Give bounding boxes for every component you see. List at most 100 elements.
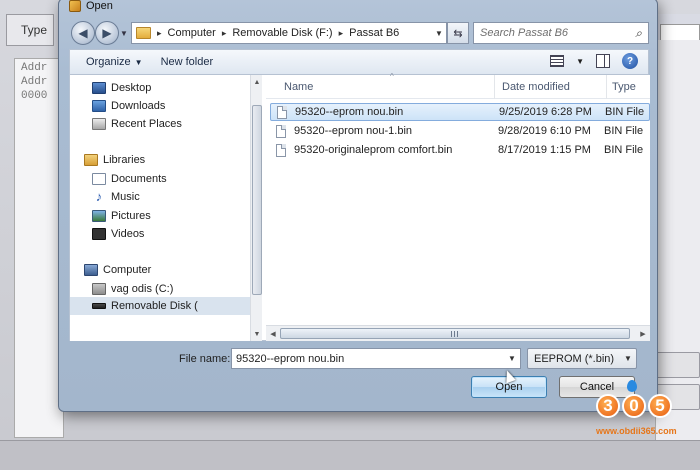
bottom-bar — [0, 440, 700, 470]
nav-item-label: Downloads — [111, 100, 166, 112]
nav-item-libraries[interactable]: Libraries — [84, 151, 145, 169]
file-name: 95320--eprom nou.bin — [295, 106, 404, 118]
chevron-down-icon[interactable]: ▼ — [504, 349, 520, 368]
column-header-name[interactable]: Name — [284, 81, 313, 93]
file-list: ^ Name Date modified Type 95320--eprom n… — [266, 72, 650, 341]
libraries-icon — [84, 154, 98, 166]
column-divider[interactable] — [494, 75, 495, 99]
arrow-right-icon: ▶ — [102, 26, 112, 40]
downloads-icon — [92, 100, 106, 112]
file-date: 8/17/2019 1:15 PM — [498, 144, 591, 156]
music-icon: ♪ — [95, 189, 103, 204]
chevron-down-icon: ▼ — [624, 354, 632, 363]
drop-icon — [627, 380, 637, 392]
file-row[interactable]: 95320--eprom nou.bin 9/25/2019 6:28 PM B… — [270, 103, 650, 121]
chevron-down-icon[interactable]: ▼ — [576, 57, 584, 66]
horizontal-scrollbar[interactable]: ◀ ▶ — [266, 325, 650, 341]
nav-item-pictures[interactable]: Pictures — [92, 207, 151, 225]
file-date: 9/25/2019 6:28 PM — [499, 106, 592, 118]
chevron-right-icon: ▸ — [157, 27, 162, 38]
hex-row: 0000 — [21, 90, 48, 102]
file-row[interactable]: 95320--eprom nou-1.bin 9/28/2019 6:10 PM… — [270, 122, 650, 140]
nav-item-removable-disk[interactable]: Removable Disk ( — [70, 297, 250, 315]
nav-item-computer[interactable]: Computer — [84, 261, 151, 279]
scroll-down-icon[interactable]: ▼ — [251, 327, 263, 341]
file-name: 95320-originaleprom comfort.bin — [294, 144, 453, 156]
hex-row: Addr — [21, 76, 48, 88]
grip-icon — [451, 331, 459, 337]
breadcrumb-computer[interactable]: Computer — [168, 27, 216, 39]
scroll-right-icon[interactable]: ▶ — [636, 326, 650, 341]
preview-pane-icon[interactable] — [596, 54, 610, 68]
open-dialog: Open ◀ ▶ ▼ ▸ Computer ▸ Removable Disk (… — [58, 0, 658, 412]
chevron-right-icon[interactable]: ▸ — [339, 28, 344, 39]
column-header-type[interactable]: Type — [612, 81, 636, 93]
help-icon[interactable]: ? — [622, 53, 638, 69]
nav-item-label: Documents — [111, 173, 167, 185]
hex-row: Addr — [21, 62, 48, 74]
address-dropdown-icon[interactable]: ▼ — [432, 23, 446, 43]
desktop-icon — [92, 82, 106, 94]
nav-item-videos[interactable]: Videos — [92, 225, 144, 243]
hard-drive-icon — [92, 283, 106, 295]
chevron-right-icon[interactable]: ▸ — [222, 28, 227, 39]
file-type-filter-value: EEPROM (*.bin) — [534, 352, 615, 365]
address-bar[interactable]: ▸ Computer ▸ Removable Disk (F:) ▸ Passa… — [131, 22, 447, 44]
search-icon[interactable]: ⌕ — [635, 26, 642, 41]
nav-item-downloads[interactable]: Downloads — [92, 97, 165, 115]
right-button[interactable] — [656, 352, 700, 378]
organize-button[interactable]: Organize ▼ — [86, 56, 143, 68]
nav-item-recent-places[interactable]: Recent Places — [92, 115, 182, 133]
breadcrumb-passat-b6[interactable]: Passat B6 — [349, 27, 399, 39]
scrollbar-thumb[interactable] — [280, 328, 630, 339]
pictures-icon — [92, 210, 106, 222]
file-type-filter[interactable]: EEPROM (*.bin) ▼ — [527, 348, 637, 369]
recent-places-icon — [92, 118, 106, 130]
dialog-title-bar: Open — [69, 0, 113, 13]
nav-pane-scrollbar[interactable]: ▲ ▼ — [250, 75, 262, 341]
logo-digit: 3 — [596, 394, 620, 418]
scroll-left-icon[interactable]: ◀ — [266, 326, 280, 341]
file-type: BIN File — [604, 125, 644, 137]
file-name-input[interactable] — [232, 352, 492, 365]
file-name-combo[interactable]: ▼ — [231, 348, 521, 369]
recent-locations-dropdown[interactable]: ▼ — [119, 29, 129, 39]
file-icon — [276, 143, 286, 157]
search-box[interactable]: ⌕ — [473, 22, 649, 44]
file-name-label: File name: — [179, 353, 231, 365]
nav-item-documents[interactable]: Documents — [92, 170, 167, 188]
refresh-icon: ⇆ — [453, 27, 463, 40]
file-type: BIN File — [605, 106, 645, 118]
watermark-logo: 3 0 5 www.obdii365.com — [594, 380, 680, 440]
file-type: BIN File — [604, 144, 644, 156]
forward-button[interactable]: ▶ — [95, 21, 119, 45]
nav-item-drive-c[interactable]: vag odis (C:) — [92, 280, 173, 298]
file-name: 95320--eprom nou-1.bin — [294, 125, 413, 137]
dialog-title: Open — [86, 0, 113, 12]
documents-icon — [92, 173, 106, 185]
scroll-up-icon[interactable]: ▲ — [251, 75, 263, 89]
refresh-button[interactable]: ⇆ — [447, 22, 469, 44]
breadcrumb-removable-disk[interactable]: Removable Disk (F:) — [232, 27, 332, 39]
nav-item-label: Computer — [103, 264, 152, 276]
nav-item-label: Removable Disk ( — [111, 300, 198, 312]
nav-item-music[interactable]: ♪ Music — [92, 188, 140, 206]
nav-item-label: Music — [111, 191, 140, 203]
nav-item-desktop[interactable]: Desktop — [92, 79, 151, 97]
computer-icon — [84, 264, 98, 276]
column-divider[interactable] — [606, 75, 607, 99]
column-header-date[interactable]: Date modified — [502, 81, 570, 93]
watermark-url: www.obdii365.com — [596, 426, 677, 436]
toolbar: Organize ▼ New folder ▼ ? — [69, 49, 649, 75]
column-headers: ^ Name Date modified Type — [266, 72, 650, 99]
nav-item-label: vag odis (C:) — [111, 283, 174, 295]
back-button[interactable]: ◀ — [71, 21, 95, 45]
arrow-left-icon: ◀ — [78, 26, 88, 40]
scrollbar-thumb[interactable] — [252, 105, 262, 295]
change-view-icon[interactable] — [550, 55, 565, 67]
file-row[interactable]: 95320-originaleprom comfort.bin 8/17/201… — [270, 141, 650, 159]
search-input[interactable] — [480, 27, 630, 39]
new-folder-button[interactable]: New folder — [161, 56, 214, 68]
logo-digit: 5 — [648, 394, 672, 418]
nav-item-label: Libraries — [103, 154, 146, 166]
